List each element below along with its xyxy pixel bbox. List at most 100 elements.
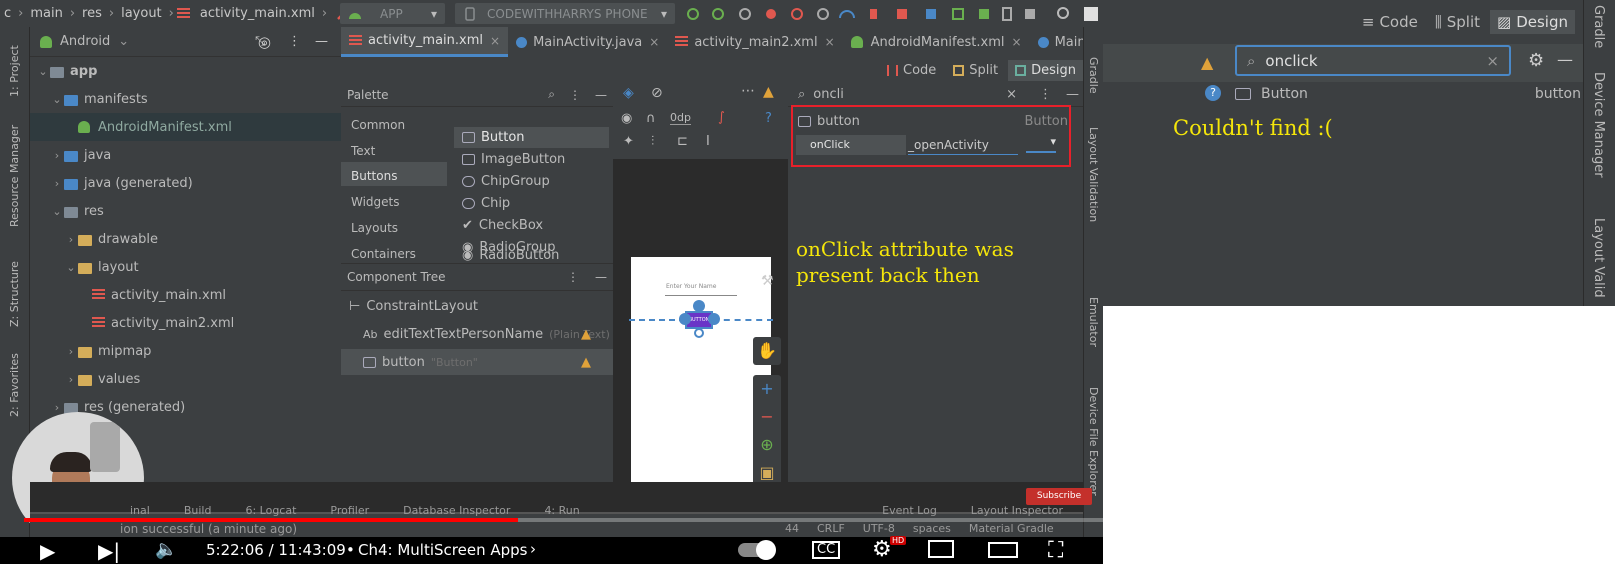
mode-design-button[interactable]: Design [1008, 59, 1083, 81]
autoplay-toggle[interactable] [738, 540, 776, 560]
palette-category-text[interactable]: Text [351, 144, 375, 158]
tree-row[interactable]: › java (generated) [30, 169, 341, 197]
theater-mode-icon[interactable] [988, 542, 1018, 558]
tool-button-event-log[interactable]: Event Log [882, 504, 937, 517]
layers-icon[interactable]: ◈ [623, 85, 634, 101]
tool-window-device-file-explorer[interactable]: Device File Explorer [1087, 387, 1100, 496]
tab-activity-main2-xml[interactable]: activity_main2.xml × [667, 27, 842, 57]
tool-window-favorites[interactable]: 2: Favorites [8, 353, 21, 417]
search-icon[interactable]: ⌕ [548, 87, 555, 102]
chevron-down-icon[interactable]: ⌄ [118, 34, 129, 49]
search-everywhere-icon[interactable] [1083, 6, 1099, 22]
warning-icon[interactable]: ▲ [581, 327, 591, 342]
more-options-icon[interactable]: ⋮ [567, 270, 579, 284]
more-options-icon[interactable]: ⋮ [1039, 87, 1052, 102]
palette-item-button[interactable]: Button [454, 127, 609, 148]
indent-setting[interactable]: spaces [913, 522, 951, 535]
tool-button-database-inspector[interactable]: Database Inspector [403, 504, 510, 517]
tab-androidmanifest-xml[interactable]: AndroidManifest.xml × [843, 27, 1030, 57]
component-tree-row[interactable]: ⊢ ConstraintLayout [349, 293, 478, 319]
tool-window-device-manager[interactable]: Device Manager [1591, 72, 1606, 178]
more-options-icon[interactable]: ⋮ [288, 34, 301, 49]
constraint-handle[interactable] [694, 328, 704, 338]
cursor-position[interactable]: 44 [785, 522, 799, 535]
close-icon[interactable]: × [490, 34, 500, 48]
breadcrumb-item[interactable]: activity_main.xml [196, 0, 319, 27]
warning-icon[interactable]: ▲ [581, 355, 591, 370]
guidelines-icon[interactable]: I [706, 134, 710, 149]
tool-window-structure[interactable]: Z: Structure [8, 261, 21, 327]
tab-mainactivity2-java[interactable]: MainActivity2.jav↓ [1030, 27, 1083, 57]
tree-row[interactable]: › mipmap [30, 337, 341, 365]
pack-icon[interactable]: ⫶ [651, 134, 654, 149]
align-icon[interactable]: ⊏ [677, 134, 688, 149]
mode-code-button[interactable]: Code [880, 60, 943, 81]
tool-button-build[interactable]: Build [184, 504, 212, 517]
clear-search-icon[interactable]: × [1486, 52, 1499, 70]
pan-hand-icon[interactable]: ✋ [753, 337, 781, 365]
wrench-icon[interactable]: ⚒ [761, 273, 774, 289]
zoom-out-icon[interactable]: − [753, 403, 781, 431]
constraint-handle[interactable] [708, 313, 720, 325]
more-options-icon[interactable]: ⋯ [741, 83, 755, 99]
palette-item-imagebutton[interactable]: ImageButton [454, 149, 609, 170]
close-icon[interactable]: × [649, 35, 659, 49]
tool-window-layout-validation[interactable]: Layout Validation [1087, 127, 1100, 222]
zoom-fit-icon[interactable]: ⊕ [753, 431, 781, 459]
palette-category-common[interactable]: Common [351, 118, 405, 132]
hide-panel-icon[interactable]: — [595, 270, 607, 284]
mode-split-button[interactable]: ⫼ Split [1428, 10, 1487, 34]
mode-code-button[interactable]: ≡ Code [1355, 10, 1425, 34]
collapse-all-icon[interactable]: ⤡ [255, 34, 265, 49]
tool-button-logcat[interactable]: 6: Logcat [245, 504, 296, 517]
constraint-handle[interactable] [693, 300, 705, 312]
theme-indicator[interactable]: Material Gradle [969, 522, 1054, 535]
clear-constraints-icon[interactable]: ∫ [718, 110, 725, 125]
breadcrumb-item[interactable]: layout [117, 0, 166, 27]
tree-row[interactable]: ⌄ app [30, 57, 341, 85]
tool-window-resource-manager[interactable]: Resource Manager [8, 125, 21, 227]
attributes-search-input[interactable]: oncli [813, 87, 844, 102]
tree-row[interactable]: ⌄ res [30, 197, 341, 225]
tool-button-terminal[interactable]: inal [130, 504, 150, 517]
device-select[interactable]: CODEWITHHARRYS PHONE ▾ [455, 3, 675, 24]
run-configuration-select[interactable]: APP ▾ [340, 3, 445, 24]
component-tree-row[interactable]: Ab editTextTextPersonName (Plain Text) ▲ [363, 321, 613, 347]
subscribe-button[interactable]: Subscribe [1026, 488, 1092, 505]
tab-activity-main-xml[interactable]: activity_main.xml × [341, 27, 509, 57]
fullscreen-icon[interactable]: ⛶ [1048, 538, 1063, 563]
captions-icon[interactable]: CC [812, 541, 841, 559]
tree-row[interactable]: › values [30, 365, 341, 393]
tree-row[interactable]: AndroidManifest.xml [30, 113, 341, 141]
tool-window-layout-validation[interactable]: Layout Valid [1591, 218, 1606, 298]
help-icon[interactable]: ? [765, 111, 772, 126]
tool-button-run[interactable]: 4: Run [544, 504, 579, 517]
video-frame[interactable]: c › main › res › layout › activity_main.… [0, 0, 1103, 564]
next-icon[interactable]: ▶| [98, 539, 120, 563]
tree-row[interactable]: ⌄ layout [30, 253, 341, 281]
design-surface[interactable]: ◈ ⊘ ⋯ ▲ ◉ ∩ 0dp ∫ ? ✦ ⫶ ⊏ I Enter Your N… [613, 83, 788, 497]
attribute-dropdown[interactable]: ▾ [1026, 135, 1056, 153]
miniplayer-icon[interactable] [928, 540, 954, 558]
play-icon[interactable]: ▶ [40, 539, 55, 563]
orientation-icon[interactable]: ⊘ [651, 85, 663, 101]
palette-category-widgets[interactable]: Widgets [351, 195, 400, 209]
tool-button-layout-inspector[interactable]: Layout Inspector [971, 504, 1063, 517]
warning-icon[interactable]: ▲ [1201, 53, 1213, 72]
tool-window-project[interactable]: 1: Project [8, 45, 21, 97]
tool-window-gradle[interactable]: Gradle [1591, 5, 1606, 48]
tree-row[interactable]: activity_main.xml [30, 281, 341, 309]
hide-panel-icon[interactable]: — [595, 88, 607, 102]
tree-row[interactable]: › drawable [30, 225, 341, 253]
hide-panel-icon[interactable]: — [1066, 87, 1079, 102]
tab-mainactivity-java[interactable]: MainActivity.java × [508, 27, 667, 57]
palette-category-containers[interactable]: Containers [351, 247, 416, 261]
magic-wand-icon[interactable]: ✦ [623, 134, 634, 149]
palette-item-chipgroup[interactable]: ChipGroup [454, 171, 609, 192]
mode-design-button[interactable]: ▨ Design [1490, 10, 1575, 34]
settings-icon[interactable]: ⚙ [872, 537, 892, 562]
attributes-search-input[interactable]: ⌕ onclick × [1235, 45, 1511, 76]
tree-row[interactable]: › java [30, 141, 341, 169]
tool-button-profiler[interactable]: Profiler [330, 504, 369, 517]
constraint-handle[interactable] [679, 313, 691, 325]
